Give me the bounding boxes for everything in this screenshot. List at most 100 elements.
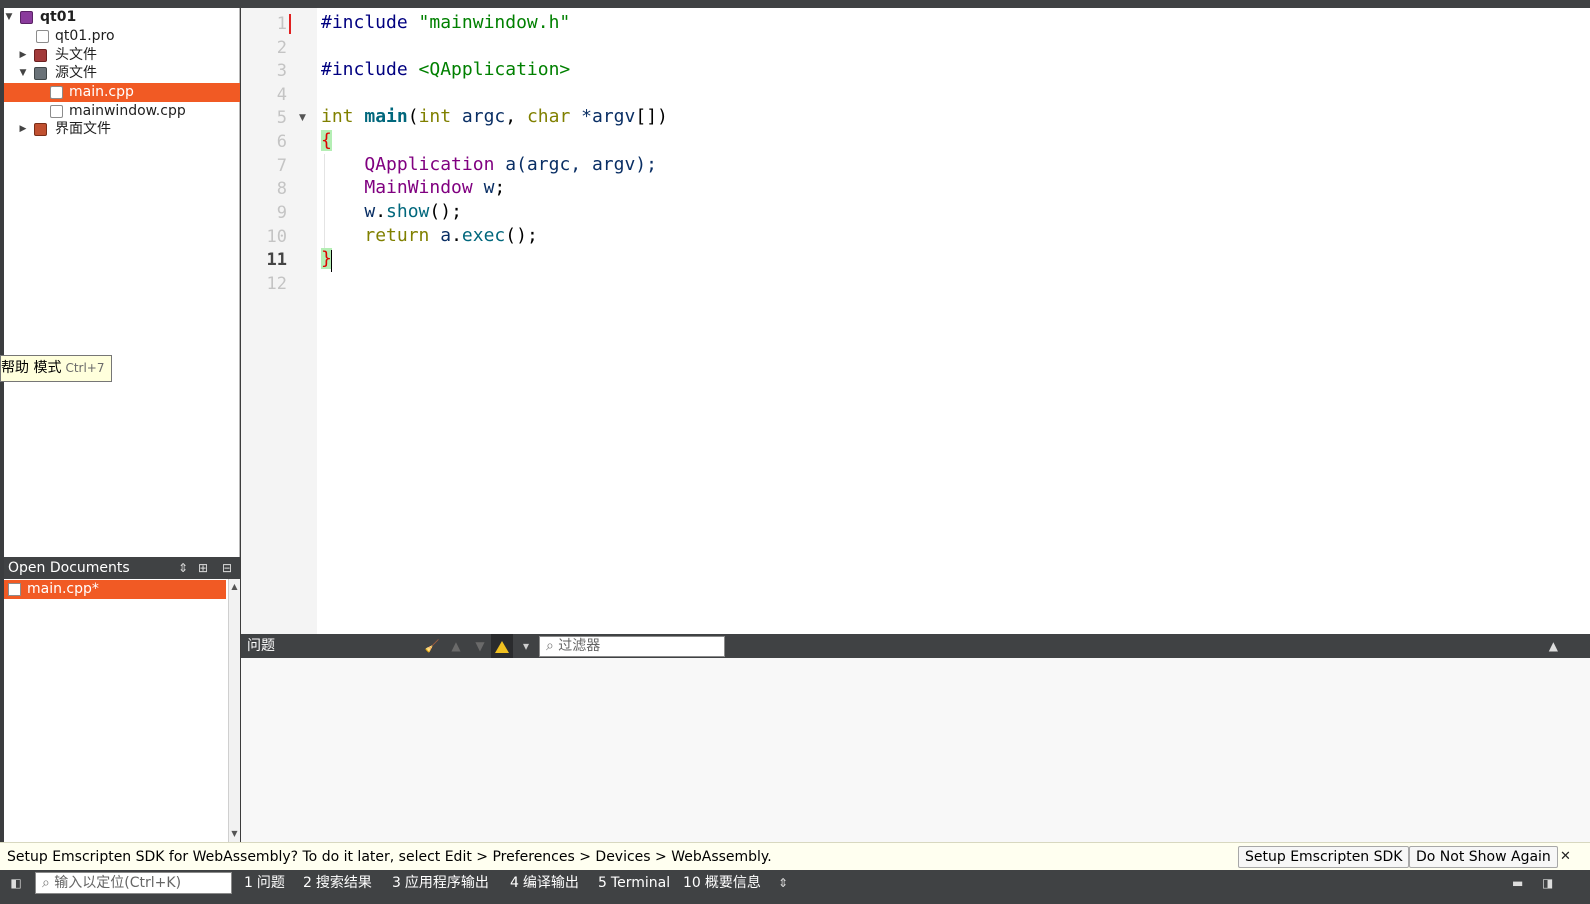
search-icon: ⌕ [42,875,50,891]
mode-tooltip: 帮助 模式 Ctrl+7 [0,355,112,382]
line-number: 12 [266,274,287,294]
chevron-down-icon[interactable]: ▼ [4,8,14,27]
code-editor[interactable] [317,8,1590,634]
preprocessor-directive: #include [321,59,408,80]
output-tab-search-results[interactable]: 2 搜索结果 [303,870,372,896]
line-number: 9 [276,203,287,223]
locator-placeholder: 输入以定位(Ctrl+K) [54,875,182,891]
chevron-down-icon[interactable]: ▼ [18,64,28,83]
tree-item-project[interactable]: ▼ qt01 [4,8,240,27]
code-line-1: #include "mainwindow.h" [321,12,570,35]
class-name: QApplication [364,154,495,175]
info-message: Setup Emscripten SDK for WebAssembly? To… [7,849,772,865]
issues-title: 问题 [247,638,275,654]
include-string: "mainwindow.h" [418,12,571,33]
punctuation: []) [635,106,668,127]
tree-item-forms[interactable]: ▶ 界面文件 [4,120,240,139]
setup-emscripten-button[interactable]: Setup Emscripten SDK [1238,846,1410,868]
line-number: 2 [276,38,287,58]
fold-marker-icon[interactable]: ▼ [299,113,306,123]
chevron-right-icon[interactable]: ▶ [18,120,28,139]
cpp-file-icon [50,105,63,118]
variable: w [483,177,495,198]
chevron-up-icon[interactable]: ▲ [445,634,467,658]
tree-item-sources[interactable]: ▼ 源文件 [4,64,240,83]
text-cursor [331,250,332,272]
scroll-down-icon[interactable]: ▼ [229,828,240,840]
split-view-icon[interactable]: ⊞ [198,557,208,579]
preprocessor-directive: #include [321,12,408,33]
line-number: 1 [276,14,287,34]
qt-project-icon [20,11,33,24]
sources-folder-icon [34,67,47,80]
method-call: show [386,201,430,222]
code-line-5: int main(int argc, char *argv[]) [321,106,668,129]
info-bar: Setup Emscripten SDK for WebAssembly? To… [0,842,1590,870]
line-number: 3 [276,61,287,81]
status-bar: ◧ ⌕ 输入以定位(Ctrl+K) 1 问题 2 搜索结果 3 应用程序输出 4 编译输… [0,870,1590,904]
tree-item-headers[interactable]: ▶ 头文件 [4,46,240,65]
project-tree: ▼ qt01 qt01.pro ▶ 头文件 ▼ 源文件 main.cpp mai… [4,8,240,557]
punctuation: . [451,225,462,246]
more-tabs-icon[interactable]: ⇕ [778,870,788,896]
open-documents-scrollbar[interactable]: ▲ ▼ [228,579,240,842]
tree-item-label: main.cpp [69,84,134,100]
output-tab-summary[interactable]: 10 概要信息 [683,870,761,896]
clean-icon[interactable]: 🧹 [421,634,443,658]
output-tab-app-output[interactable]: 3 应用程序输出 [392,870,489,896]
punctuation: (); [505,225,538,246]
issues-list [241,658,1590,842]
open-document-item[interactable]: main.cpp* [4,580,226,599]
progress-toggle-icon[interactable]: ▬ [1512,870,1523,896]
toggle-sidebar-icon[interactable]: ◧ [6,874,26,892]
tree-item-pro-file[interactable]: qt01.pro [4,27,240,46]
code-line-3: #include <QApplication> [321,59,570,82]
locator-input[interactable]: ⌕ 输入以定位(Ctrl+K) [35,872,232,894]
output-tab-compile-output[interactable]: 4 编译输出 [510,870,579,896]
variable: a [505,154,517,175]
close-icon[interactable]: ✕ [1560,843,1571,871]
output-tab-terminal[interactable]: 5 Terminal [598,870,670,896]
tree-item-main-cpp[interactable]: main.cpp [4,83,240,102]
parameter: *argv [581,106,636,127]
punctuation: . [375,201,387,222]
sort-updown-icon[interactable]: ⇕ [178,557,188,579]
cpp-file-icon [8,583,21,596]
do-not-show-again-button[interactable]: Do Not Show Again [1409,846,1558,868]
include-header: <QApplication> [418,59,571,80]
close-pane-icon[interactable]: ⊟ [222,557,232,579]
code-line-7: QApplication a(argc, argv); [321,154,657,177]
filter-icon[interactable]: ▾ [515,634,537,658]
scroll-up-icon[interactable]: ▲ [229,581,240,593]
search-icon: ⌕ [546,638,554,654]
tree-item-mainwindow-cpp[interactable]: mainwindow.cpp [4,102,240,121]
maximize-panel-icon[interactable]: ▲ [1549,634,1558,658]
keyword: char [526,106,571,127]
code-line-9: w.show(); [321,201,462,224]
open-documents-header: Open Documents ⇕ ⊞ ⊟ [4,557,240,579]
tree-item-label: 头文件 [55,47,97,63]
filter-placeholder: 过滤器 [558,638,601,654]
code-line-6: { [321,130,332,153]
open-document-label: main.cpp* [27,581,99,597]
function-name: main [364,106,408,127]
chevron-down-icon[interactable]: ▼ [469,634,491,658]
open-documents-title: Open Documents [8,560,130,576]
variable: a [440,225,452,246]
tree-item-label: mainwindow.cpp [69,103,186,119]
warning-icon[interactable] [491,634,513,658]
chevron-right-icon[interactable]: ▶ [18,46,28,65]
tree-item-label: qt01.pro [55,28,115,44]
tree-item-label: 源文件 [55,65,97,81]
punctuation: , [505,106,527,127]
variable: w [364,201,376,222]
output-tab-issues[interactable]: 1 问题 [244,870,285,896]
issues-filter-input[interactable]: ⌕ 过滤器 [539,636,725,657]
toggle-right-sidebar-icon[interactable]: ◨ [1542,870,1553,896]
tree-item-label: qt01 [40,9,77,25]
line-number: 7 [276,156,287,176]
line-number-current: 11 [266,250,287,270]
class-name: MainWindow [364,177,473,198]
line-number: 8 [276,179,287,199]
brace: { [321,130,332,151]
